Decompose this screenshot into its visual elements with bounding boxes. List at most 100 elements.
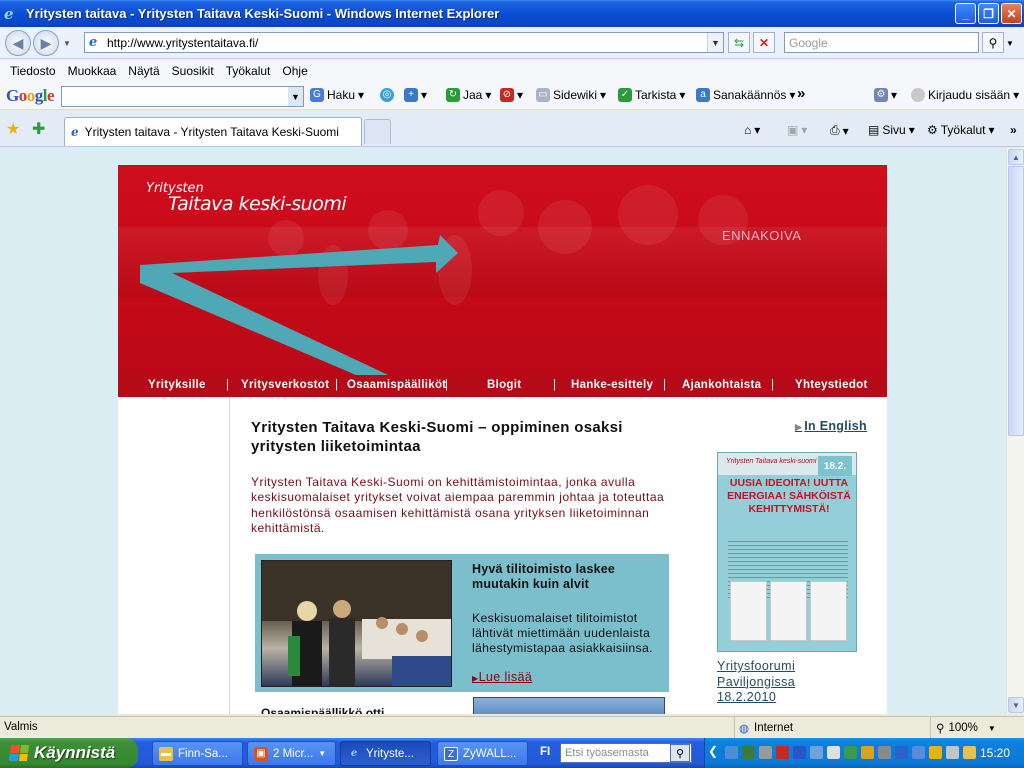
printer-tray-icon[interactable] — [759, 746, 772, 759]
taskbar-item-folder[interactable]: ▬ Finn-Sa... — [152, 741, 243, 766]
refresh-button[interactable]: ⇆ — [728, 32, 750, 53]
add-favorite-icon[interactable]: ✚ — [32, 119, 45, 139]
google-add-button[interactable]: + ▾ — [404, 88, 427, 102]
nav-blogit[interactable]: Blogit — [487, 379, 521, 391]
english-link[interactable]: ▶ In English — [795, 419, 867, 433]
clock[interactable]: 15:20 — [980, 746, 1010, 760]
antivirus-icon[interactable] — [776, 746, 789, 759]
monitor-icon[interactable] — [912, 746, 925, 759]
share-icon: ↻ — [446, 88, 460, 102]
bluetooth-icon[interactable] — [793, 746, 806, 759]
google-search-button[interactable]: G Haku ▾ — [310, 88, 364, 102]
print-button[interactable]: ⎙ ▾ — [830, 123, 849, 138]
device-icon[interactable] — [827, 746, 840, 759]
menu-tools[interactable]: Työkalut — [220, 64, 277, 78]
vertical-scrollbar[interactable]: ▲ ▼ — [1006, 148, 1024, 714]
menu-view[interactable]: Näytä — [122, 64, 165, 78]
nav-osaamispaalliko[interactable]: Osaamispäälliköt — [347, 379, 446, 391]
banner-slogan: ENNAKOIVA — [722, 228, 802, 243]
security-zone[interactable]: ◍ Internet — [734, 717, 929, 739]
forward-button[interactable]: ▶ — [33, 30, 59, 56]
menu-favorites[interactable]: Suosikit — [166, 64, 220, 78]
google-spellcheck-button[interactable]: ✓ Tarkista ▾ — [618, 88, 685, 102]
news-photo[interactable] — [261, 560, 452, 687]
menu-edit[interactable]: Muokkaa — [62, 64, 123, 78]
highlight-icon: ◎ — [380, 88, 394, 102]
teaser-image[interactable] — [473, 697, 665, 714]
taskbar-item-office[interactable]: ▣ 2 Micr... ▼ — [247, 741, 336, 766]
stop-button[interactable]: ✕ — [753, 32, 775, 53]
network-icon[interactable] — [725, 746, 738, 759]
back-button[interactable]: ◀ — [5, 30, 31, 56]
toolbar-overflow-button[interactable]: » — [797, 85, 805, 102]
power-icon[interactable] — [861, 746, 874, 759]
update-icon[interactable] — [844, 746, 857, 759]
poster-caption-link[interactable]: Yritysfoorumi Paviljongissa 18.2.2010 — [717, 659, 857, 706]
language-indicator[interactable]: FI — [540, 746, 550, 758]
gear-icon: ⚙ — [927, 123, 938, 137]
google-highlight-button[interactable]: ◎ — [380, 88, 394, 102]
nav-yrityksille[interactable]: Yrityksille — [148, 379, 206, 391]
menu-file[interactable]: Tiedosto — [4, 64, 62, 78]
tab-title: Yritysten taitava - Yritysten Taitava Ke… — [84, 125, 339, 139]
security-icon[interactable] — [742, 746, 755, 759]
page-icon: e — [89, 34, 98, 50]
address-input[interactable]: http://www.yritystentaitava.fi/ — [107, 36, 707, 50]
teaser-title[interactable]: Osaamispäällikkö otti — [261, 706, 384, 714]
google-search-input[interactable]: ▼ — [61, 86, 304, 107]
address-bar[interactable]: e http://www.yritystentaitava.fi/ ▼ — [84, 32, 724, 53]
maximize-button[interactable]: ❐ — [978, 3, 999, 24]
tray-expand-icon[interactable]: ❮ — [708, 744, 718, 758]
address-dropdown-icon[interactable]: ▼ — [707, 33, 723, 52]
google-sidewiki-button[interactable]: ▭ Sidewiki ▾ — [536, 88, 606, 102]
google-share-button[interactable]: ↻ Jaa ▾ — [446, 88, 491, 102]
status-bar: Valmis ◍ Internet ⚲ 100% ▼ — [0, 716, 1024, 739]
home-button[interactable]: ⌂ ▾ — [744, 123, 760, 137]
feeds-button[interactable]: ▣ ▾ — [787, 123, 807, 137]
nav-hanke-esittely[interactable]: Hanke-esittely — [571, 379, 653, 391]
read-more-link[interactable]: ▶Lue lisää — [472, 670, 532, 684]
wifi-icon[interactable] — [895, 746, 908, 759]
search-button[interactable]: ⚲ — [982, 32, 1004, 53]
google-settings-button[interactable]: ⚙ ▾ — [874, 88, 897, 102]
new-tab-button[interactable] — [364, 119, 391, 144]
page-title: Yritysten Taitava Keski-Suomi – oppimine… — [251, 419, 623, 455]
shield-icon[interactable] — [929, 746, 942, 759]
title-bar: e Yritysten taitava - Yritysten Taitava … — [0, 0, 1024, 27]
history-dropdown-icon[interactable]: ▼ — [63, 39, 71, 48]
nav-yritysverkostot[interactable]: Yritysverkostot — [241, 379, 329, 391]
google-g-icon: G — [310, 88, 324, 102]
scroll-up-icon[interactable]: ▲ — [1008, 149, 1024, 165]
scroll-down-icon[interactable]: ▼ — [1008, 697, 1024, 713]
start-button[interactable]: Käynnistä — [0, 738, 138, 768]
tools-menu-button[interactable]: ⚙ Työkalut ▾ — [927, 123, 995, 137]
display-icon[interactable] — [810, 746, 823, 759]
event-poster[interactable]: Yritysten Taitava keski-suomi 18.2. UUSI… — [717, 452, 857, 652]
desktop-search-button[interactable]: ⚲ — [670, 744, 690, 762]
zoom-dropdown-icon[interactable]: ▼ — [988, 724, 996, 733]
command-overflow-button[interactable]: » — [1010, 123, 1017, 137]
favorites-star-icon[interactable]: ★ — [6, 119, 20, 139]
minimize-button[interactable]: _ — [955, 3, 976, 24]
zoom-level[interactable]: ⚲ 100% ▼ — [930, 717, 1024, 739]
nav-ajankohtaista[interactable]: Ajankohtaista — [682, 379, 761, 391]
site-container: Yritysten Taitava keski-suomi ENNAKOIVA … — [118, 165, 887, 714]
search-input[interactable]: Google — [784, 32, 979, 53]
nav-yhteystiedot[interactable]: Yhteystiedot — [795, 379, 868, 391]
google-signin-button[interactable]: Kirjaudu sisään ▾ — [911, 88, 1019, 102]
taskbar-item-ie[interactable]: e Yrityste... — [340, 741, 431, 766]
tab-current[interactable]: e Yritysten taitava - Yritysten Taitava … — [64, 117, 362, 146]
taskbar-item-zywall[interactable]: Z ZyWALL... — [437, 741, 528, 766]
google-popup-button[interactable]: ⊘ ▾ — [500, 88, 523, 102]
menu-help[interactable]: Ohje — [276, 64, 313, 78]
page-menu-button[interactable]: ▤ Sivu ▾ — [868, 123, 915, 137]
news-title[interactable]: Hyvä tilitoimisto laskee muutakin kuin a… — [472, 562, 667, 592]
search-options-icon[interactable]: ▼ — [1006, 39, 1014, 48]
google-translate-button[interactable]: a Sanakäännös ▾ — [696, 88, 795, 102]
close-button[interactable]: ✕ — [1001, 3, 1022, 24]
battery-icon[interactable] — [946, 746, 959, 759]
scroll-thumb[interactable] — [1008, 166, 1024, 436]
notification-icon[interactable] — [963, 746, 976, 759]
volume-icon[interactable] — [878, 746, 891, 759]
google-search-dropdown-icon[interactable]: ▼ — [288, 87, 303, 106]
